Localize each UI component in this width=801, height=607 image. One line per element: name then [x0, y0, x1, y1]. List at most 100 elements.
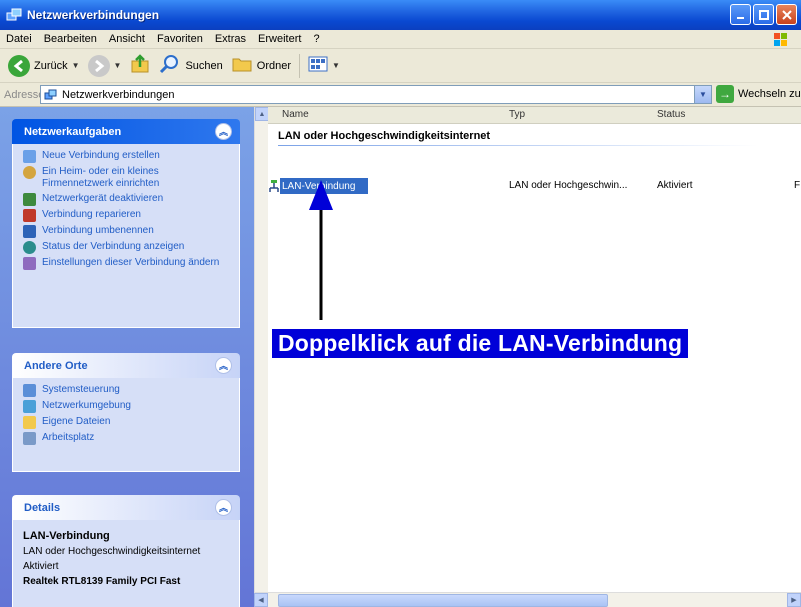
collapse-chevron-icon[interactable]: ︽	[215, 123, 232, 140]
task-disable-device[interactable]: Netzwerkgerät deaktivieren	[23, 193, 229, 206]
collapse-chevron-icon[interactable]: ︽	[215, 357, 232, 374]
details-status: Aktiviert	[23, 561, 59, 572]
folders-label: Ordner	[256, 59, 292, 72]
search-icon	[159, 53, 181, 78]
other-places-panel: Andere Orte ︽ Systemsteuerung Netzwerkum…	[12, 353, 240, 472]
task-home-network[interactable]: Ein Heim- oder ein kleines Firmennetzwer…	[23, 166, 229, 190]
task-label: Status der Verbindung anzeigen	[42, 241, 185, 252]
task-new-connection[interactable]: Neue Verbindung erstellen	[23, 150, 229, 163]
disable-device-icon	[23, 193, 36, 206]
new-connection-icon	[23, 150, 36, 163]
place-label: Systemsteuerung	[42, 384, 120, 395]
place-my-computer[interactable]: Arbeitsplatz	[23, 432, 229, 445]
chevron-down-icon[interactable]: ▼	[332, 61, 340, 70]
back-arrow-icon	[8, 54, 30, 77]
network-tasks-body: Neue Verbindung erstellen Ein Heim- oder…	[12, 144, 240, 328]
views-icon	[308, 55, 328, 76]
go-button[interactable]: → Wechseln zu	[716, 85, 801, 103]
repair-wrench-icon	[23, 209, 36, 222]
search-button[interactable]: Suchen	[155, 52, 226, 80]
place-label: Arbeitsplatz	[42, 432, 95, 443]
task-repair[interactable]: Verbindung reparieren	[23, 209, 229, 222]
scroll-left-button[interactable]: ◀	[254, 593, 268, 607]
scroll-up-button[interactable]: ▲	[255, 107, 269, 121]
place-my-documents[interactable]: Eigene Dateien	[23, 416, 229, 429]
back-label: Zurück	[34, 59, 68, 72]
forward-arrow-icon	[87, 54, 110, 77]
other-places-header[interactable]: Andere Orte ︽	[12, 353, 240, 378]
forward-button[interactable]: ▼	[84, 52, 126, 80]
network-tasks-panel: Netzwerkaufgaben ︽ Neue Verbindung erste…	[12, 119, 240, 328]
column-header: Name Typ Status	[268, 107, 801, 124]
list-item[interactable]: LAN-Verbindung LAN oder Hochgeschwin... …	[268, 178, 801, 194]
address-dropdown-button[interactable]: ▼	[694, 86, 711, 103]
network-connections-icon	[44, 88, 58, 102]
folders-button[interactable]: Ordner	[227, 52, 295, 80]
lan-connection-status: Aktiviert	[657, 180, 693, 191]
horizontal-scrollbar[interactable]: ◀ ▶	[254, 592, 801, 607]
address-label: Adresse	[4, 88, 45, 101]
rename-icon	[23, 225, 36, 238]
details-device: Realtek RTL8139 Family PCI Fast	[23, 576, 181, 587]
toolbar-separator	[299, 53, 301, 78]
details-name: LAN-Verbindung	[23, 530, 110, 542]
menu-bearbeiten[interactable]: Bearbeiten	[38, 33, 103, 45]
place-control-panel[interactable]: Systemsteuerung	[23, 384, 229, 397]
address-input[interactable]: Netzwerkverbindungen ▼	[40, 85, 712, 104]
views-button[interactable]: ▼	[304, 52, 344, 80]
collapse-chevron-icon[interactable]: ︽	[215, 499, 232, 516]
column-name[interactable]: Name	[282, 109, 309, 120]
task-settings[interactable]: Einstellungen dieser Verbindung ändern	[23, 257, 229, 270]
menu-erweitert[interactable]: Erweitert	[252, 33, 307, 45]
other-places-body: Systemsteuerung Netzwerkumgebung Eigene …	[12, 378, 240, 472]
go-label: Wechseln zu	[738, 88, 801, 100]
control-panel-icon	[23, 384, 36, 397]
place-network-neighborhood[interactable]: Netzwerkumgebung	[23, 400, 229, 413]
close-button[interactable]	[776, 4, 797, 25]
menu-bar: Datei Bearbeiten Ansicht Favoriten Extra…	[0, 30, 801, 49]
scroll-thumb[interactable]	[278, 594, 608, 607]
search-label: Suchen	[185, 59, 223, 72]
lan-connection-type: LAN oder Hochgeschwin...	[509, 180, 628, 191]
lan-connection-icon[interactable]	[268, 179, 280, 193]
task-rename[interactable]: Verbindung umbenennen	[23, 225, 229, 238]
menu-ansicht[interactable]: Ansicht	[103, 33, 151, 45]
chevron-down-icon[interactable]: ▼	[114, 61, 122, 70]
place-label: Eigene Dateien	[42, 416, 111, 427]
annotation-callout: Doppelklick auf die LAN-Verbindung	[272, 329, 689, 358]
status-icon	[23, 241, 36, 254]
chevron-down-icon[interactable]: ▼	[72, 61, 80, 70]
group-divider	[278, 145, 758, 146]
network-tasks-header[interactable]: Netzwerkaufgaben ︽	[12, 119, 240, 144]
task-label: Verbindung umbenennen	[42, 225, 154, 236]
task-status[interactable]: Status der Verbindung anzeigen	[23, 241, 229, 254]
other-places-title: Andere Orte	[24, 359, 88, 372]
menu-help[interactable]: ?	[307, 33, 325, 45]
network-connections-icon	[6, 7, 22, 23]
scroll-right-button[interactable]: ▶	[787, 593, 801, 607]
task-pane-scrollbar[interactable]: ▲ ▼	[254, 107, 269, 607]
folder-up-icon	[129, 53, 151, 78]
minimize-button[interactable]	[730, 4, 751, 25]
title-bar[interactable]: Netzwerkverbindungen	[0, 0, 801, 30]
details-header[interactable]: Details ︽	[12, 495, 240, 520]
menu-extras[interactable]: Extras	[209, 33, 252, 45]
menu-favoriten[interactable]: Favoriten	[151, 33, 209, 45]
group-title: LAN oder Hochgeschwindigkeitsinternet	[278, 130, 491, 142]
toolbar: Zurück ▼ ▼ Suchen Ordner ▼	[0, 49, 801, 83]
task-label: Neue Verbindung erstellen	[42, 150, 160, 161]
task-label: Verbindung reparieren	[42, 209, 141, 220]
home-network-icon	[23, 166, 36, 179]
place-label: Netzwerkumgebung	[42, 400, 131, 411]
network-neighborhood-icon	[23, 400, 36, 413]
windows-logo-icon	[765, 31, 795, 48]
back-button[interactable]: Zurück ▼	[4, 52, 84, 80]
up-folder-button[interactable]	[125, 52, 155, 80]
task-label: Ein Heim- oder ein kleines Firmennetzwer…	[42, 166, 160, 189]
my-documents-folder-icon	[23, 416, 36, 429]
column-status[interactable]: Status	[657, 109, 685, 120]
folder-icon	[231, 54, 253, 77]
column-type[interactable]: Typ	[509, 109, 525, 120]
menu-datei[interactable]: Datei	[0, 33, 38, 45]
maximize-button[interactable]	[753, 4, 774, 25]
